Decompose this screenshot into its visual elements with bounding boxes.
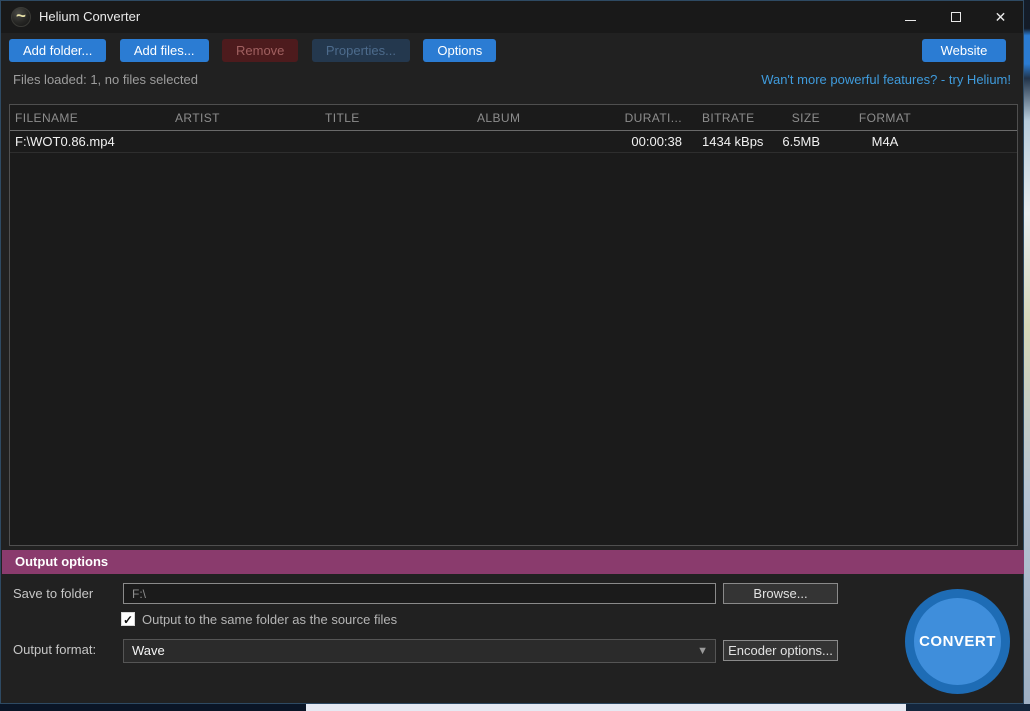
output-options-header: Output options (2, 550, 1024, 574)
browse-button[interactable]: Browse... (723, 583, 838, 604)
toolbar: Add folder... Add files... Remove Proper… (9, 39, 1015, 63)
output-format-label: Output format: (13, 642, 97, 657)
window-title: Helium Converter (39, 9, 141, 24)
cell-bitrate: 1434 kBps (702, 134, 764, 149)
check-icon: ✓ (122, 613, 134, 627)
save-to-folder-label: Save to folder (13, 586, 94, 601)
cell-format: M4A (871, 134, 899, 149)
same-folder-checkbox[interactable]: ✓ (121, 612, 135, 627)
output-format-dropdown[interactable]: Wave ▼ (123, 639, 716, 663)
table-header: FILENAME ARTIST TITLE ALBUM DURATI... BI… (10, 105, 1017, 131)
convert-button-inner: CONVERT (914, 598, 1001, 685)
promo-link[interactable]: Wan't more powerful features? - try Heli… (761, 72, 1011, 87)
col-header-bitrate[interactable]: BITRATE (690, 105, 780, 131)
cell-artist (170, 131, 320, 153)
same-folder-label: Output to the same folder as the source … (142, 611, 398, 627)
desktop-sliver-right (1024, 0, 1030, 711)
maximize-icon (950, 12, 961, 22)
minimize-icon (905, 19, 916, 21)
maximize-button[interactable] (933, 1, 978, 33)
cell-title (320, 131, 472, 153)
col-header-title[interactable]: TITLE (320, 105, 472, 131)
app-logo-icon: ~ (11, 7, 31, 27)
close-icon: ✕ (994, 9, 1007, 25)
output-format-value: Wave (132, 643, 165, 658)
file-table: FILENAME ARTIST TITLE ALBUM DURATI... BI… (9, 104, 1018, 546)
col-header-artist[interactable]: ARTIST (170, 105, 320, 131)
table-row[interactable]: F:\WOT0.86.mp4 00:00:38 1434 kBps 6.5MB … (10, 131, 1017, 153)
desktop-sliver-bottom-middle (306, 704, 906, 711)
desktop-sliver-bottom-left (0, 704, 306, 711)
website-button[interactable]: Website (922, 39, 1006, 62)
status-row: Files loaded: 1, no files selected Wan't… (13, 72, 1011, 90)
close-button[interactable]: ✕ (978, 1, 1023, 33)
cell-duration: 00:00:38 (631, 134, 682, 149)
convert-label: CONVERT (919, 633, 996, 650)
col-header-size[interactable]: SIZE (780, 105, 840, 131)
add-files-button[interactable]: Add files... (119, 39, 209, 62)
properties-button[interactable]: Properties... (311, 39, 410, 62)
app-window: ~ Helium Converter ✕ Add folder... Add f… (0, 0, 1024, 704)
cell-filename: F:\WOT0.86.mp4 (15, 134, 115, 149)
col-header-duration[interactable]: DURATI... (624, 105, 690, 131)
add-folder-button[interactable]: Add folder... (9, 39, 107, 62)
col-header-format[interactable]: FORMAT (840, 105, 930, 131)
encoder-options-button[interactable]: Encoder options... (723, 640, 838, 661)
chevron-down-icon: ▼ (697, 645, 708, 657)
minimize-button[interactable] (888, 1, 933, 33)
title-bar: ~ Helium Converter ✕ (1, 1, 1023, 33)
cell-album (472, 131, 624, 153)
options-button[interactable]: Options (423, 39, 497, 62)
save-folder-input[interactable] (123, 583, 716, 604)
window-controls: ✕ (888, 1, 1023, 33)
files-loaded-status: Files loaded: 1, no files selected (13, 72, 198, 87)
col-header-filename[interactable]: FILENAME (10, 105, 170, 131)
col-header-album[interactable]: ALBUM (472, 105, 624, 131)
cell-size: 6.5MB (782, 134, 820, 149)
convert-button[interactable]: CONVERT (905, 589, 1010, 694)
same-folder-option: ✓ Output to the same folder as the sourc… (121, 611, 397, 627)
remove-button[interactable]: Remove (222, 39, 299, 62)
desktop-sliver-bottom-right (906, 704, 1030, 711)
